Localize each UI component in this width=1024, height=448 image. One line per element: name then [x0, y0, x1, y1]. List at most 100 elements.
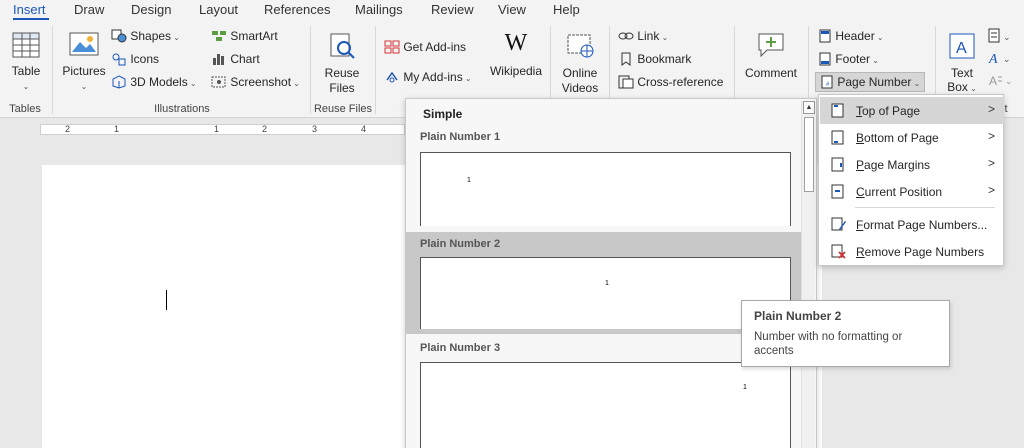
ruler-track: [40, 124, 405, 135]
svg-text:A: A: [988, 52, 998, 66]
pictures-label: Pictures: [62, 64, 106, 78]
store-icon: [384, 40, 400, 54]
cross-reference-label: Cross-reference: [637, 75, 724, 89]
wikipedia-button[interactable]: W Wikipedia: [488, 30, 544, 90]
tab-design[interactable]: Design: [131, 2, 171, 17]
page-number-icon: #: [821, 75, 833, 89]
my-add-ins-label: My Add-ins: [403, 70, 463, 84]
format-page-numbers-icon: [831, 217, 846, 231]
tab-draw[interactable]: Draw: [74, 2, 104, 17]
wikipedia-label: Wikipedia: [489, 64, 543, 78]
online-videos-line1: Online: [562, 66, 598, 80]
menu-item-format-page-numbers[interactable]: Format Page Numbers...: [820, 211, 1004, 238]
pictures-button[interactable]: Pictures ⌄: [60, 30, 108, 100]
add-in-icon: [386, 71, 398, 83]
ruler-number: 3: [312, 124, 318, 134]
link-icon: [618, 32, 634, 40]
svg-text:⌄: ⌄: [1003, 32, 1011, 42]
menu-item-bottom-of-page[interactable]: Bottom of Page >: [820, 124, 1004, 151]
bookmark-button[interactable]: Bookmark: [618, 52, 691, 66]
menu-item-label: Bottom of Page: [856, 131, 939, 145]
tooltip-title: Plain Number 2: [754, 309, 842, 323]
menu-item-remove-page-numbers[interactable]: Remove Page Numbers: [820, 238, 1004, 265]
table-button[interactable]: Table ⌄: [4, 30, 48, 100]
screenshot-label: Screenshot: [230, 75, 292, 89]
comment-label: Comment: [744, 66, 797, 80]
group-label-tables: Tables: [9, 103, 41, 115]
menu-item-current-position[interactable]: Current Position >: [820, 178, 1004, 205]
chart-icon: [213, 54, 224, 65]
page-number-button[interactable]: # Page Number ⌄: [815, 72, 926, 92]
gallery-tooltip: Plain Number 2 Number with no formatting…: [741, 300, 950, 367]
reuse-files-line1: Reuse: [324, 66, 360, 80]
quick-parts-icon[interactable]: ⌄: [988, 28, 1018, 44]
get-add-ins-button[interactable]: Get Add-ins: [384, 40, 466, 54]
chevron-right-icon: >: [987, 102, 995, 116]
online-videos-button[interactable]: Online Videos: [556, 30, 604, 100]
header-button[interactable]: Header ⌄: [818, 29, 884, 43]
group-divider: [375, 26, 376, 114]
preview-page-number: 1: [467, 177, 471, 184]
shapes-icon: [111, 29, 127, 43]
chevron-down-icon: ⌄: [659, 33, 669, 42]
tab-view[interactable]: View: [498, 2, 526, 17]
smartart-label: SmartArt: [230, 29, 278, 43]
gallery-item-preview: 1: [420, 257, 791, 329]
tab-mailings[interactable]: Mailings: [355, 2, 403, 17]
shapes-button[interactable]: Shapes ⌄: [111, 29, 180, 43]
remove-page-numbers-icon: [831, 244, 846, 259]
gallery-scrollbar[interactable]: ▲: [801, 101, 815, 448]
chevron-down-icon: ⌄: [911, 79, 921, 88]
menu-item-page-margins[interactable]: Page Margins >: [820, 151, 1004, 178]
tab-insert[interactable]: Insert: [13, 2, 46, 17]
scrollbar-thumb[interactable]: [804, 117, 814, 192]
tab-review[interactable]: Review: [431, 2, 474, 17]
online-videos-line2: Videos: [561, 81, 599, 95]
link-button[interactable]: Link ⌄: [618, 29, 668, 43]
footer-button[interactable]: Footer ⌄: [818, 52, 879, 66]
comment-button[interactable]: Comment: [740, 30, 802, 90]
menu-item-label: Page Margins: [856, 158, 931, 172]
chart-button[interactable]: Chart: [211, 52, 260, 66]
3d-cube-icon: [112, 75, 126, 89]
tab-references[interactable]: References: [264, 2, 330, 17]
bookmark-icon: [621, 52, 631, 66]
ribbon-tabs: Insert Draw Design Layout References Mai…: [0, 0, 1024, 21]
chevron-down-icon: ⌄: [291, 79, 300, 88]
ruler-number: 1: [114, 124, 120, 134]
footer-icon: [819, 52, 831, 66]
svg-text:⌄: ⌄: [1003, 54, 1011, 64]
chevron-down-icon: ⌄: [462, 74, 472, 83]
wordart-icon[interactable]: A ⌄: [988, 50, 1018, 66]
ruler-number: 2: [262, 124, 268, 134]
ruler-number: 4: [361, 124, 367, 134]
scroll-up-arrow-icon[interactable]: ▲: [803, 101, 815, 114]
chart-label: Chart: [230, 52, 260, 66]
cross-reference-button[interactable]: Cross-reference: [618, 75, 723, 89]
text-box-line1: Text: [950, 66, 973, 80]
my-add-ins-button[interactable]: My Add-ins ⌄: [384, 70, 472, 84]
tab-layout[interactable]: Layout: [199, 2, 238, 17]
icons-button[interactable]: Icons: [111, 52, 159, 66]
text-box-button[interactable]: A Text Box ⌄: [942, 30, 982, 100]
page-top-icon: [831, 103, 844, 118]
menu-item-top-of-page[interactable]: Top of Page >: [820, 97, 1004, 124]
gallery-item-label: Plain Number 2: [420, 238, 501, 250]
pictures-icon: [69, 32, 99, 56]
page-margins-icon: [831, 157, 844, 172]
reuse-files-button[interactable]: Reuse Files: [318, 30, 366, 100]
svg-text:A: A: [989, 74, 997, 88]
3d-models-button[interactable]: 3D Models ⌄: [111, 75, 197, 89]
drop-cap-icon[interactable]: A ⌄: [988, 72, 1018, 88]
gallery-item-label: Plain Number 1: [420, 131, 501, 143]
screenshot-button[interactable]: Screenshot ⌄: [211, 75, 300, 89]
comment-icon: [758, 33, 784, 58]
group-divider: [310, 26, 311, 114]
smartart-button[interactable]: SmartArt: [211, 29, 278, 43]
menu-item-label: Format Page Numbers...: [856, 218, 988, 232]
gallery-item-plain-number-1[interactable]: Plain Number 1 1: [406, 125, 801, 229]
3d-models-label: 3D Models: [130, 75, 188, 89]
chevron-down-icon: ⌄: [80, 82, 88, 91]
tab-help[interactable]: Help: [553, 2, 580, 17]
chevron-down-icon: ⌄: [874, 33, 884, 42]
